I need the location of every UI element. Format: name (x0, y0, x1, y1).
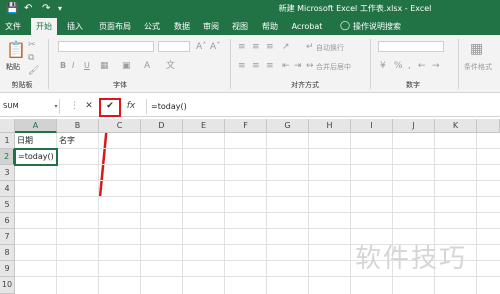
row-header-4[interactable]: 4 (0, 181, 15, 197)
row-header-1[interactable]: 1 (0, 133, 15, 149)
watermark: 软件技巧 (355, 244, 468, 274)
row-header-2[interactable]: 2 (0, 149, 15, 165)
column-header-i[interactable]: I (351, 119, 393, 133)
cell-a2[interactable]: =today() (14, 148, 58, 166)
column-header-g[interactable]: G (267, 119, 309, 133)
row-header-7[interactable]: 7 (0, 229, 15, 245)
column-header-a[interactable]: A (15, 119, 57, 133)
row-header-3[interactable]: 3 (0, 165, 15, 181)
column-header-e[interactable]: E (183, 119, 225, 133)
column-header-h[interactable]: H (309, 119, 351, 133)
column-header-k[interactable]: K (435, 119, 477, 133)
column-header-j[interactable]: J (393, 119, 435, 133)
cell-a1[interactable]: 日期 (15, 133, 57, 149)
column-header-c[interactable]: C (99, 119, 141, 133)
row-header-6[interactable]: 6 (0, 213, 15, 229)
column-header-b[interactable]: B (57, 119, 99, 133)
cell-b1[interactable]: 名字 (57, 133, 99, 149)
select-all-corner[interactable] (0, 119, 15, 133)
row-header-8[interactable]: 8 (0, 245, 15, 261)
row-header-9[interactable]: 9 (0, 261, 15, 277)
column-header-d[interactable]: D (141, 119, 183, 133)
column-header-f[interactable]: F (225, 119, 267, 133)
column-header-l[interactable] (477, 119, 500, 133)
row-header-10[interactable]: 10 (0, 277, 15, 294)
row-header-5[interactable]: 5 (0, 197, 15, 213)
